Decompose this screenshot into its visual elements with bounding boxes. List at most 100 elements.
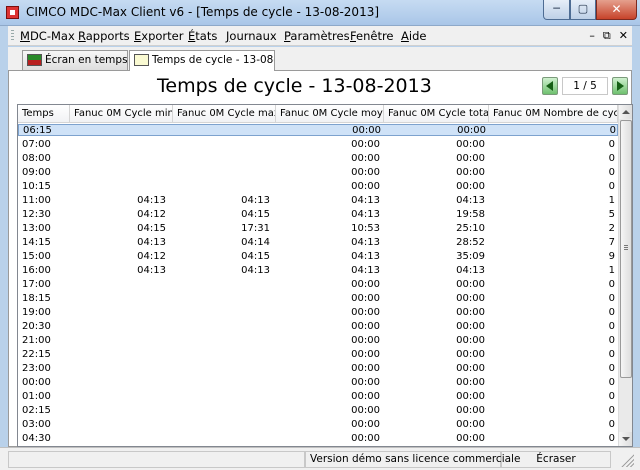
table-cell: 00:00 <box>351 293 380 304</box>
title-bar: CIMCO MDC-Max Client v6 - [Temps de cycl… <box>0 0 640 26</box>
table-cell: 00:00 <box>351 363 380 374</box>
menu-aide[interactable]: Aide <box>401 29 426 43</box>
table-cell <box>70 418 166 432</box>
table-cell: 20:30 <box>22 321 51 332</box>
table-row[interactable]: 01:00 00:00 00:00 0 <box>18 390 618 404</box>
table-cell: 0 <box>608 391 615 402</box>
table-row[interactable]: 21:00 00:00 00:00 0 <box>18 334 618 348</box>
table-cell <box>173 376 270 390</box>
table-row[interactable]: 10:15 00:00 00:00 0 <box>18 180 618 194</box>
menu-journaux[interactable]: Journaux <box>226 29 277 43</box>
table-row[interactable]: 23:00 00:00 00:00 0 <box>18 362 618 376</box>
table-header: Temps Fanuc 0M Cycle min. Fanuc 0M Cycle… <box>18 105 618 123</box>
table-row[interactable]: 11:00 04:13 04:13 04:13 04:13 1 <box>18 194 618 208</box>
table-row[interactable]: 20:30 00:00 00:00 0 <box>18 320 618 334</box>
menu-bar: MDC-Max Rapports Exporter États Journaux… <box>8 26 632 46</box>
table-cell: 04:15 <box>137 223 166 234</box>
table-cell <box>70 432 166 446</box>
table-cell: 06:15 <box>23 125 52 136</box>
report-view: Temps de cycle - 13-08-2013 1 / 5 Temps … <box>8 71 633 447</box>
table-cell: 00:00 <box>456 433 485 444</box>
table-cell: 1 <box>608 265 615 276</box>
table-cell <box>173 432 270 446</box>
table-cell: 04:13 <box>137 237 166 248</box>
table-cell <box>173 278 270 292</box>
table-cell: 08:00 <box>22 153 51 164</box>
column-header-nombre-cycles[interactable]: Fanuc 0M Nombre de cycles <box>489 105 618 123</box>
table-cell: 17:00 <box>22 279 51 290</box>
menu-parametres[interactable]: Paramètres <box>284 29 350 43</box>
column-header-temps[interactable]: Temps <box>18 105 70 123</box>
table-cell: 22:15 <box>22 349 51 360</box>
vertical-scrollbar[interactable] <box>618 105 632 446</box>
tab-realtime-screen[interactable]: Écran en temps réel <box>22 50 128 70</box>
menu-fenetre[interactable]: Fenêtre <box>350 29 394 43</box>
table-row[interactable]: 03:00 00:00 00:00 0 <box>18 418 618 432</box>
table-row[interactable]: 12:30 04:12 04:15 04:13 19:58 5 <box>18 208 618 222</box>
table-cell: 04:15 <box>241 251 270 262</box>
table-row[interactable]: 18:15 00:00 00:00 0 <box>18 292 618 306</box>
table-row[interactable]: 07:00 00:00 00:00 0 <box>18 138 618 152</box>
column-header-cycle-total[interactable]: Fanuc 0M Cycle total <box>384 105 489 123</box>
status-license: Version démo sans licence commerciale <box>305 451 520 468</box>
previous-page-icon[interactable] <box>542 77 558 95</box>
table-row[interactable]: 13:00 04:15 17:31 10:53 25:10 2 <box>18 222 618 236</box>
minimize-button[interactable]: ─ <box>543 0 570 20</box>
table-row[interactable]: 16:00 04:13 04:13 04:13 04:13 1 <box>18 264 618 278</box>
table-cell: 04:13 <box>351 251 380 262</box>
table-cell: 00:00 <box>351 139 380 150</box>
table-cell: 04:30 <box>22 433 51 444</box>
tab-cycle-time[interactable]: Temps de cycle - 13-08-2013 <box>129 50 275 71</box>
toolbar-grip-icon[interactable] <box>11 30 14 42</box>
table-row[interactable]: 08:00 00:00 00:00 0 <box>18 152 618 166</box>
table-row[interactable]: 15:00 04:12 04:15 04:13 35:09 9 <box>18 250 618 264</box>
table-cell: 03:00 <box>22 419 51 430</box>
menu-etats[interactable]: États <box>188 29 217 43</box>
mdi-minimize-button[interactable]: – <box>589 29 595 43</box>
mdi-restore-button[interactable]: ⧉ <box>603 29 611 43</box>
table-row[interactable]: 19:00 00:00 00:00 0 <box>18 306 618 320</box>
table-row[interactable]: 14:15 04:13 04:14 04:13 28:52 7 <box>18 236 618 250</box>
menu-rapports[interactable]: Rapports <box>78 29 130 43</box>
window-title: CIMCO MDC-Max Client v6 - [Temps de cycl… <box>26 5 380 19</box>
scroll-down-icon[interactable] <box>619 432 632 446</box>
table-cell <box>173 166 270 180</box>
table-cell: 04:13 <box>456 195 485 206</box>
column-header-cycle-moyen[interactable]: Fanuc 0M Cycle moyen <box>276 105 384 123</box>
table-cell <box>70 166 166 180</box>
table-row[interactable]: 17:00 00:00 00:00 0 <box>18 278 618 292</box>
table-cell <box>70 278 166 292</box>
table-row[interactable]: 06:15 00:00 00:00 0 <box>18 124 618 136</box>
table-cell <box>173 138 270 152</box>
maximize-button[interactable]: ▢ <box>570 0 596 20</box>
column-header-cycle-max[interactable]: Fanuc 0M Cycle max. <box>173 105 276 123</box>
resize-grip-icon[interactable] <box>620 453 634 467</box>
table-cell: 35:09 <box>456 251 485 262</box>
table-cell: 19:00 <box>22 307 51 318</box>
column-header-cycle-min[interactable]: Fanuc 0M Cycle min. <box>70 105 173 123</box>
table-row[interactable]: 02:15 00:00 00:00 0 <box>18 404 618 418</box>
menu-exporter[interactable]: Exporter <box>134 29 183 43</box>
scroll-up-icon[interactable] <box>619 105 632 119</box>
table-cell: 00:00 <box>351 153 380 164</box>
mdi-close-button[interactable]: ✕ <box>619 29 628 43</box>
menu-mdc-max[interactable]: MDC-Max <box>20 29 75 43</box>
table-cell: 0 <box>608 139 615 150</box>
table-cell: 0 <box>608 181 615 192</box>
table-cell: 0 <box>608 433 615 444</box>
table-cell: 00:00 <box>456 307 485 318</box>
table-row[interactable]: 04:30 00:00 00:00 0 <box>18 432 618 446</box>
table-cell: 16:00 <box>22 265 51 276</box>
table-row[interactable]: 00:00 00:00 00:00 0 <box>18 376 618 390</box>
table-cell: 9 <box>608 251 615 262</box>
status-overwrite-mode: Écraser <box>501 451 611 468</box>
table-cell <box>173 362 270 376</box>
table-cell: 00:00 <box>456 419 485 430</box>
status-bar: Version démo sans licence commerciale Éc… <box>0 447 640 470</box>
close-button[interactable]: ✕ <box>596 0 637 20</box>
table-cell: 00:00 <box>351 419 380 430</box>
next-page-icon[interactable] <box>612 77 628 95</box>
scrollbar-thumb[interactable] <box>620 120 632 378</box>
table-row[interactable]: 09:00 00:00 00:00 0 <box>18 166 618 180</box>
table-row[interactable]: 22:15 00:00 00:00 0 <box>18 348 618 362</box>
